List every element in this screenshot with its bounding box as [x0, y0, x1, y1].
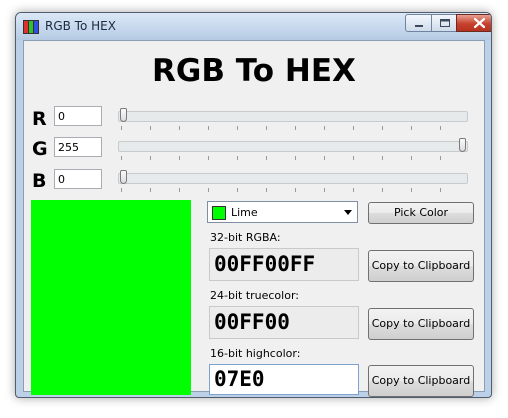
title-bar[interactable]: RGB To HEX	[16, 13, 491, 40]
close-icon	[473, 17, 486, 29]
blue-label: B	[32, 170, 47, 192]
close-button[interactable]	[456, 14, 491, 32]
page-title: RGB To HEX	[152, 53, 356, 89]
color-preview	[31, 200, 191, 395]
red-slider[interactable]	[118, 108, 468, 130]
slider-ticks	[121, 156, 465, 160]
red-input[interactable]: 0	[54, 106, 102, 126]
copy-highcolor-button[interactable]: Copy to Clipboard	[368, 365, 474, 397]
color-name-select[interactable]: Lime	[207, 201, 358, 223]
copy-rgba-button[interactable]: Copy to Clipboard	[368, 250, 474, 282]
copy-truecolor-button[interactable]: Copy to Clipboard	[368, 308, 474, 340]
slider-track	[118, 111, 468, 122]
maximize-icon	[440, 19, 450, 27]
highcolor-value-field[interactable]: 07E0	[209, 364, 359, 395]
green-slider-thumb[interactable]	[459, 138, 466, 152]
slider-track	[118, 141, 468, 152]
slider-ticks	[121, 126, 465, 130]
blue-slider-thumb[interactable]	[120, 170, 127, 184]
app-icon	[23, 18, 39, 34]
red-slider-thumb[interactable]	[120, 108, 127, 122]
client-area: RGB To HEX R 0 G 255 B 0 Lime Pick Color…	[23, 40, 485, 397]
blue-input[interactable]: 0	[54, 169, 102, 189]
blue-slider[interactable]	[118, 170, 468, 192]
minimize-button[interactable]	[405, 14, 432, 32]
highcolor-caption: 16-bit highcolor:	[210, 347, 301, 360]
maximize-button[interactable]	[431, 14, 457, 32]
green-label: G	[32, 138, 48, 160]
rgba-value-field[interactable]: 00FF00FF	[209, 248, 359, 281]
slider-track	[118, 173, 468, 184]
truecolor-caption: 24-bit truecolor:	[210, 289, 299, 302]
pick-color-button[interactable]: Pick Color	[368, 202, 474, 224]
window-title: RGB To HEX	[45, 19, 116, 33]
red-label: R	[32, 108, 47, 130]
green-slider[interactable]	[118, 138, 468, 160]
color-swatch	[212, 206, 226, 220]
truecolor-value-field[interactable]: 00FF00	[209, 306, 359, 339]
minimize-icon	[415, 25, 423, 27]
slider-ticks	[121, 188, 465, 192]
green-input[interactable]: 255	[54, 137, 102, 157]
chevron-down-icon[interactable]	[344, 210, 352, 215]
color-name-value: Lime	[231, 206, 258, 219]
app-window: RGB To HEX RGB To HEX R 0 G 255 B 0 Lime…	[15, 12, 492, 398]
rgba-caption: 32-bit RGBA:	[210, 231, 281, 244]
